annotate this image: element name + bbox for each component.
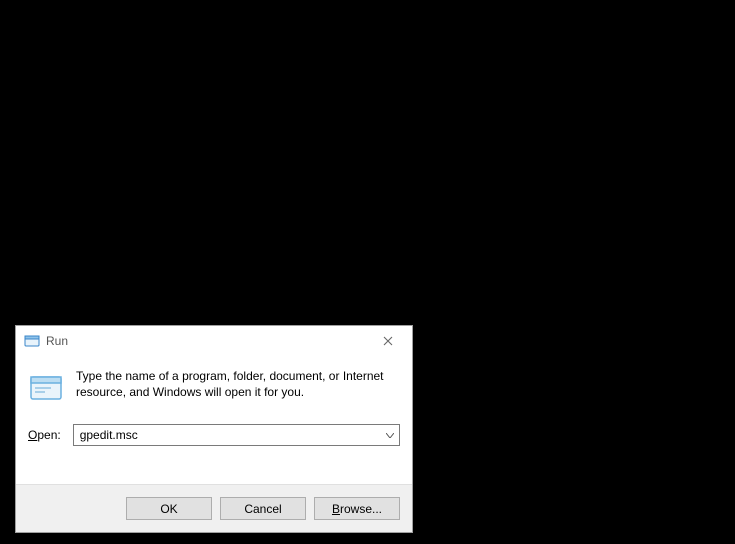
dialog-title: Run (46, 334, 366, 348)
ok-button[interactable]: OK (126, 497, 212, 520)
close-button[interactable] (366, 327, 410, 355)
open-row: Open: (28, 424, 400, 446)
open-input[interactable] (73, 424, 400, 446)
run-large-icon (28, 370, 64, 406)
dialog-footer: OK Cancel Browse... (16, 484, 412, 532)
close-icon (383, 336, 393, 346)
open-label: Open: (28, 428, 61, 442)
dialog-body: Type the name of a program, folder, docu… (16, 356, 412, 484)
dialog-message: Type the name of a program, folder, docu… (76, 368, 400, 400)
open-combobox (73, 424, 400, 446)
chevron-down-icon (386, 433, 394, 438)
browse-button[interactable]: Browse... (314, 497, 400, 520)
run-icon (24, 333, 40, 349)
titlebar: Run (16, 326, 412, 356)
run-dialog: Run Type the name of a program, folder, … (15, 325, 413, 533)
message-row: Type the name of a program, folder, docu… (28, 368, 400, 406)
cancel-button[interactable]: Cancel (220, 497, 306, 520)
dropdown-button[interactable] (381, 425, 399, 445)
